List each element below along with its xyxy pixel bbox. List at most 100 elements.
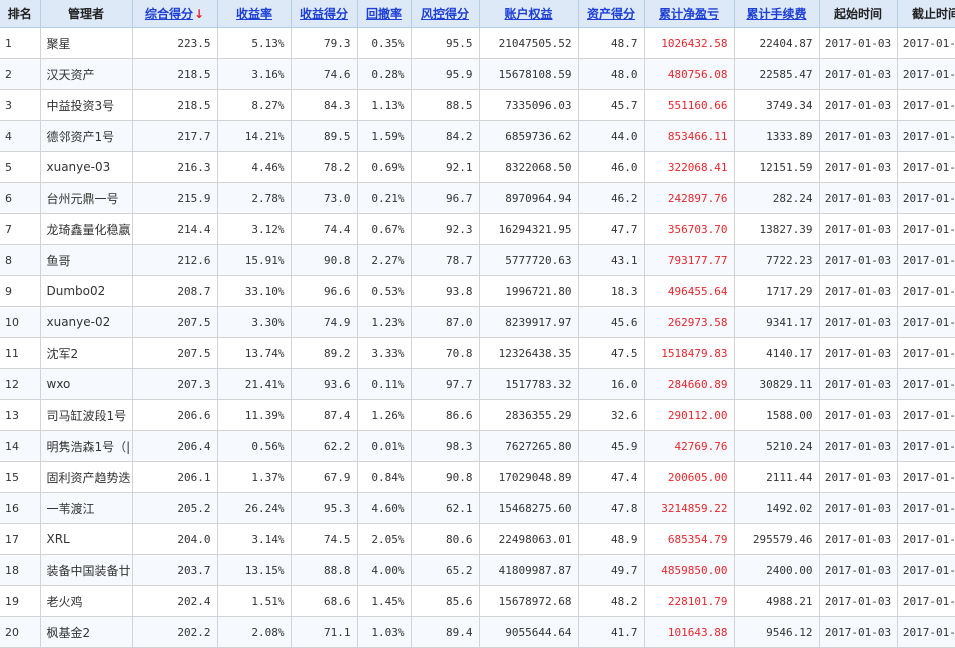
cell-rank: 18: [0, 554, 41, 586]
cell-drawdown: 1.23%: [357, 306, 412, 338]
sort-link-return-rate[interactable]: 收益率: [236, 7, 272, 21]
col-header-manager: 管理者: [40, 0, 133, 28]
cell-end-date: 2017-01-19: [897, 399, 955, 431]
cell-drawdown: 1.26%: [357, 399, 412, 431]
cell-drawdown: 2.05%: [357, 523, 412, 555]
cell-manager: 中益投资3号: [40, 89, 133, 121]
col-header-return-score[interactable]: 收益得分: [291, 0, 358, 28]
col-header-return-rate[interactable]: 收益率: [217, 0, 292, 28]
cell-pnl: 480756.08: [644, 58, 735, 90]
col-header-risk-score[interactable]: 风控得分: [411, 0, 480, 28]
sort-link-asset-score[interactable]: 资产得分: [587, 7, 635, 21]
cell-return-score: 84.3: [291, 89, 358, 121]
col-header-end: 截止时间: [897, 0, 955, 28]
sort-link-score[interactable]: 综合得分: [145, 7, 193, 21]
cell-risk-score: 90.8: [411, 461, 480, 493]
cell-asset-score: 45.7: [578, 89, 645, 121]
cell-start-date: 2017-01-03: [819, 399, 898, 431]
sort-link-fees[interactable]: 累计手续费: [746, 7, 806, 21]
sort-link-return-score[interactable]: 收益得分: [300, 7, 348, 21]
cell-asset-score: 47.7: [578, 213, 645, 245]
cell-score: 215.9: [132, 182, 218, 214]
cell-return-score: 74.6: [291, 58, 358, 90]
cell-rank: 5: [0, 151, 41, 183]
col-header-pnl[interactable]: 累计净盈亏: [644, 0, 735, 28]
cell-end-date: 2017-01-19: [897, 58, 955, 90]
cell-fees: 22585.47: [734, 58, 820, 90]
sort-link-drawdown[interactable]: 回撤率: [366, 7, 402, 21]
cell-asset-score: 41.7: [578, 616, 645, 648]
cell-return-score: 95.3: [291, 492, 358, 524]
cell-rank: 6: [0, 182, 41, 214]
cell-risk-score: 84.2: [411, 120, 480, 152]
col-header-asset-score[interactable]: 资产得分: [578, 0, 645, 28]
ranking-table: 排名 管理者 综合得分↓ 收益率 收益得分 回撤率 风控得分 账户权益 资产得分…: [0, 0, 955, 648]
cell-return-rate: 14.21%: [217, 120, 292, 152]
cell-end-date: 2017-01-19: [897, 554, 955, 586]
cell-end-date: 2017-01-19: [897, 523, 955, 555]
col-header-drawdown[interactable]: 回撤率: [357, 0, 412, 28]
cell-end-date: 2017-01-19: [897, 585, 955, 617]
cell-pnl: 3214859.22: [644, 492, 735, 524]
cell-return-rate: 8.27%: [217, 89, 292, 121]
cell-equity: 8239917.97: [479, 306, 579, 338]
cell-asset-score: 48.0: [578, 58, 645, 90]
cell-asset-score: 16.0: [578, 368, 645, 400]
cell-rank: 8: [0, 244, 41, 276]
table-row: 12 wxo 207.3 21.41% 93.6 0.11% 97.7 1517783.32 1…: [0, 368, 955, 400]
cell-fees: 1588.00: [734, 399, 820, 431]
cell-rank: 4: [0, 120, 41, 152]
col-header-fees[interactable]: 累计手续费: [734, 0, 820, 28]
cell-asset-score: 18.3: [578, 275, 645, 307]
cell-end-date: 2017-01-19: [897, 492, 955, 524]
cell-end-date: 2017-01-19: [897, 616, 955, 648]
cell-score: 207.5: [132, 306, 218, 338]
cell-equity: 7335096.03: [479, 89, 579, 121]
cell-asset-score: 46.2: [578, 182, 645, 214]
cell-end-date: 2017-01-19: [897, 306, 955, 338]
col-header-start: 起始时间: [819, 0, 898, 28]
col-header-score[interactable]: 综合得分↓: [132, 0, 218, 28]
cell-asset-score: 46.0: [578, 151, 645, 183]
cell-pnl: 4859850.00: [644, 554, 735, 586]
col-header-equity[interactable]: 账户权益: [479, 0, 579, 28]
cell-return-score: 89.5: [291, 120, 358, 152]
cell-fees: 1492.02: [734, 492, 820, 524]
cell-return-score: 74.4: [291, 213, 358, 245]
cell-return-rate: 3.12%: [217, 213, 292, 245]
sort-link-equity[interactable]: 账户权益: [504, 7, 552, 21]
cell-drawdown: 0.11%: [357, 368, 412, 400]
cell-asset-score: 47.8: [578, 492, 645, 524]
cell-fees: 7722.23: [734, 244, 820, 276]
cell-end-date: 2017-01-19: [897, 275, 955, 307]
cell-return-score: 87.4: [291, 399, 358, 431]
cell-end-date: 2017-01-12: [897, 461, 955, 493]
cell-risk-score: 78.7: [411, 244, 480, 276]
cell-end-date: 2017-01-19: [897, 27, 955, 59]
cell-equity: 5777720.63: [479, 244, 579, 276]
table-row: 1 聚星 223.5 5.13% 79.3 0.35% 95.5 21047505.52 48.…: [0, 27, 955, 59]
cell-equity: 8322068.50: [479, 151, 579, 183]
cell-manager: xuanye-02: [40, 306, 133, 338]
cell-manager: Dumbo02: [40, 275, 133, 307]
cell-score: 207.5: [132, 337, 218, 369]
cell-equity: 7627265.80: [479, 430, 579, 462]
cell-return-rate: 2.78%: [217, 182, 292, 214]
cell-start-date: 2017-01-03: [819, 461, 898, 493]
cell-fees: 295579.46: [734, 523, 820, 555]
sort-link-risk-score[interactable]: 风控得分: [421, 7, 469, 21]
cell-risk-score: 96.7: [411, 182, 480, 214]
cell-return-rate: 3.14%: [217, 523, 292, 555]
cell-score: 203.7: [132, 554, 218, 586]
cell-pnl: 262973.58: [644, 306, 735, 338]
table-row: 5 xuanye-03 216.3 4.46% 78.2 0.69% 92.1 8322068…: [0, 151, 955, 183]
cell-return-score: 71.1: [291, 616, 358, 648]
cell-drawdown: 3.33%: [357, 337, 412, 369]
cell-end-date: 2017-01-19: [897, 368, 955, 400]
sort-link-pnl[interactable]: 累计净盈亏: [659, 7, 719, 21]
cell-start-date: 2017-01-03: [819, 554, 898, 586]
sort-desc-arrow-icon: ↓: [193, 7, 205, 21]
cell-pnl: 853466.11: [644, 120, 735, 152]
cell-fees: 5210.24: [734, 430, 820, 462]
cell-risk-score: 93.8: [411, 275, 480, 307]
